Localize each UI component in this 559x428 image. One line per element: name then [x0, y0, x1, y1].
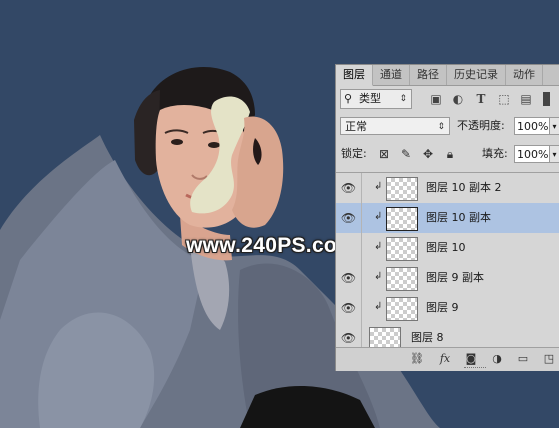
lock-move-icon[interactable]: ✥ [421, 145, 435, 163]
lock-transparency-icon[interactable]: ⊠ [377, 145, 391, 163]
layer-thumbnail[interactable] [386, 237, 418, 261]
pixel-filter-icon[interactable]: ▣ [428, 91, 444, 107]
blend-mode-select[interactable]: 正常 ⇕ [340, 117, 450, 135]
tab-paths[interactable]: 路径 [410, 65, 447, 85]
clipping-arrow-icon: ↲ [374, 271, 383, 282]
layer-row[interactable]: ↲ 图层 10 [336, 233, 559, 264]
lock-label: 锁定: [341, 147, 367, 160]
shape-filter-icon[interactable]: ⬚ [496, 91, 512, 107]
layer-name[interactable]: 图层 10 [426, 233, 466, 263]
link-icon[interactable]: ⛓︎ [410, 352, 424, 366]
layer-thumbnail[interactable] [386, 297, 418, 321]
type-filter-icon[interactable]: T [473, 91, 489, 107]
filter-row: ⚲ 类型 ⇕ ▣ ◐ T ⬚ ▤ [336, 89, 559, 111]
opacity-dropdown-button[interactable]: ▾ [550, 117, 559, 135]
fx-icon[interactable]: fx [436, 352, 454, 366]
layer-thumbnail[interactable] [386, 267, 418, 291]
lock-row: 锁定: ⊠ ✎ ✥ 🔒︎ 填充: 100% ▾ [336, 145, 559, 167]
layer-thumbnail[interactable] [386, 207, 418, 231]
eye-icon[interactable]: 👁︎ [336, 173, 362, 203]
fill-dropdown-button[interactable]: ▾ [550, 145, 559, 163]
filter-kind-select[interactable]: ⚲ 类型 ⇕ [340, 89, 412, 109]
tab-channels[interactable]: 通道 [373, 65, 410, 85]
fill-field[interactable]: 100% [514, 145, 550, 163]
layer-name[interactable]: 图层 9 副本 [426, 263, 484, 293]
layer-name[interactable]: 图层 10 副本 [426, 203, 491, 233]
mask-icon[interactable]: ◙ [464, 352, 478, 366]
layers-panel: 图层 通道 路径 历史记录 动作 ⚲ 类型 ⇕ ▣ ◐ T ⬚ ▤ 正常 ⇕ 不… [335, 64, 559, 371]
lock-brush-icon[interactable]: ✎ [399, 145, 413, 163]
clipping-arrow-icon: ↲ [374, 241, 383, 252]
clipping-arrow-icon: ↲ [374, 181, 383, 192]
panel-tabs: 图层 通道 路径 历史记录 动作 [336, 65, 559, 86]
folder-icon[interactable]: ▭ [516, 352, 530, 366]
clipping-arrow-icon: ↲ [374, 301, 383, 312]
layer-thumbnail[interactable] [386, 177, 418, 201]
layer-name[interactable]: 图层 9 [426, 293, 459, 323]
eye-icon[interactable]: 👁︎ [336, 293, 362, 323]
fill-label: 填充: [482, 147, 508, 160]
tab-history[interactable]: 历史记录 [447, 65, 506, 85]
layer-list: 👁︎ ↲ 图层 10 副本 2 👁︎ ↲ 图层 10 副本 ↲ 图层 10 👁︎… [336, 172, 559, 354]
tab-layers[interactable]: 图层 [336, 65, 373, 86]
panel-footer: ⛓︎ fx ◙ ◑ ▭ ◳ [336, 347, 559, 371]
layer-row[interactable]: 👁︎ ↲ 图层 9 副本 [336, 263, 559, 294]
eye-icon[interactable]: 👁︎ [336, 203, 362, 233]
watermark-text: www.240PS.com [186, 234, 357, 257]
layer-row[interactable]: 👁︎ ↲ 图层 9 [336, 293, 559, 324]
clipping-arrow-icon: ↲ [374, 211, 383, 222]
opacity-label: 不透明度: [457, 119, 505, 132]
blend-row: 正常 ⇕ 不透明度: 100% ▾ [336, 117, 559, 139]
adjustment-icon[interactable]: ◑ [490, 352, 504, 366]
eye-icon[interactable]: 👁︎ [336, 263, 362, 293]
eye-hidden-slot[interactable] [336, 233, 362, 263]
resize-grip[interactable] [464, 367, 486, 371]
layer-row-selected[interactable]: 👁︎ ↲ 图层 10 副本 [336, 203, 559, 234]
new-layer-icon[interactable]: ◳ [542, 352, 556, 366]
layer-name[interactable]: 图层 10 副本 2 [426, 173, 502, 203]
smart-object-filter-icon[interactable]: ▤ [518, 91, 534, 107]
opacity-field[interactable]: 100% [514, 117, 550, 135]
updown-icon: ⇕ [437, 122, 445, 132]
lock-all-icon[interactable]: 🔒︎ [443, 145, 457, 163]
updown-icon: ⇕ [399, 94, 407, 104]
layer-row[interactable]: 👁︎ ↲ 图层 10 副本 2 [336, 173, 559, 204]
blend-mode-value: 正常 [345, 120, 367, 133]
filter-toggle[interactable] [543, 92, 550, 106]
tab-actions[interactable]: 动作 [506, 65, 543, 85]
search-icon: ⚲ [344, 92, 353, 105]
filter-kind-label: 类型 [359, 92, 381, 105]
adjustment-filter-icon[interactable]: ◐ [450, 91, 466, 107]
